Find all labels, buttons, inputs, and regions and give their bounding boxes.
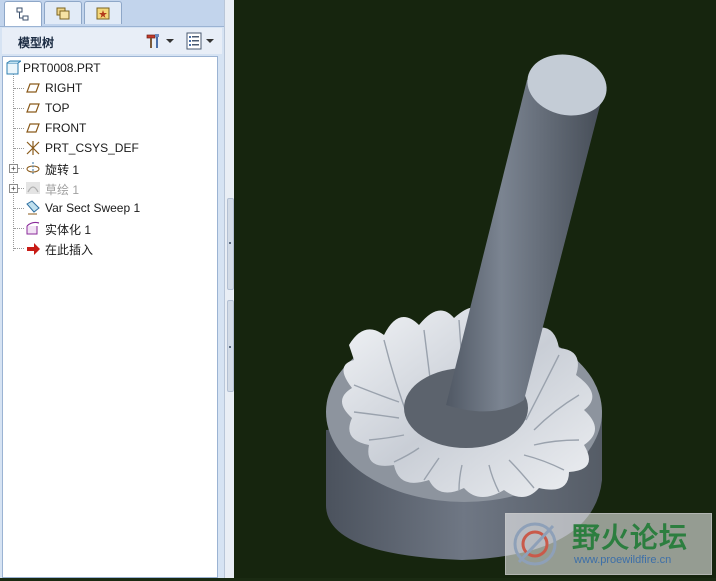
- forum-watermark: 野火论坛 www.proewildfire.cn: [505, 513, 712, 575]
- tree-item-label: FRONT: [45, 121, 87, 135]
- navigator-tabs: [0, 0, 224, 27]
- tree-item-var-sect-sweep[interactable]: Var Sect Sweep 1: [3, 199, 215, 217]
- tree-item-label: 在此插入: [45, 243, 94, 257]
- tree-item-front[interactable]: FRONT: [3, 119, 215, 137]
- tree-item-label: RIGHT: [45, 81, 83, 95]
- revolve-icon: [26, 162, 40, 174]
- model-tree: PRT0008.PRT RIGHT TOP FRONT PRT_CSYS_DEF…: [2, 56, 218, 578]
- datum-plane-icon: [26, 123, 40, 133]
- 3d-model-view: [326, 54, 607, 560]
- insert-here-arrow-icon: [27, 243, 40, 255]
- tab-model-tree[interactable]: [4, 1, 42, 26]
- part-icon: [6, 60, 21, 75]
- tree-item-label: PRT_CSYS_DEF: [45, 141, 139, 155]
- datum-plane-icon: [26, 103, 40, 113]
- chevron-down-icon: [206, 39, 214, 43]
- tab-folder-browser[interactable]: [44, 1, 82, 24]
- model-tree-header: 模型树: [2, 28, 222, 54]
- tree-item-label: Var Sect Sweep 1: [45, 201, 141, 215]
- tree-item-insert-here[interactable]: 在此插入: [3, 239, 215, 257]
- tree-item-label: 旋转 1: [45, 163, 80, 177]
- tools-icon: [146, 34, 159, 48]
- tree-item-top[interactable]: TOP: [3, 99, 215, 117]
- tab-favorites[interactable]: [84, 1, 122, 24]
- coordinate-system-icon: [26, 141, 40, 155]
- datum-plane-icon: [26, 83, 40, 93]
- favorites-icon: [96, 7, 110, 20]
- expand-plus-icon[interactable]: +: [9, 164, 18, 173]
- navigator-panel: 模型树 PRT0008.PRT RIGHT TOP FRONT PRT_CSYS…: [0, 0, 224, 578]
- shaft: [446, 54, 607, 412]
- panel-title: 模型树: [18, 36, 55, 50]
- model-tree-icon: [16, 7, 29, 21]
- solidify-icon: [26, 221, 40, 235]
- splitter-grip-top[interactable]: [227, 198, 234, 290]
- tree-item-label: PRT0008.PRT: [23, 61, 101, 75]
- watermark-url: www.proewildfire.cn: [574, 554, 672, 566]
- tree-item-csys[interactable]: PRT_CSYS_DEF: [3, 139, 215, 157]
- folder-browser-icon: [56, 7, 70, 20]
- tree-item-revolve[interactable]: + 旋转 1: [3, 159, 215, 177]
- expand-plus-icon[interactable]: +: [9, 184, 18, 193]
- tree-tools-button[interactable]: [144, 31, 180, 51]
- tree-item-sketch[interactable]: + 草绘 1: [3, 179, 215, 197]
- tree-item-label: 草绘 1: [45, 183, 80, 197]
- tree-item-part[interactable]: PRT0008.PRT: [3, 59, 215, 77]
- tree-item-solidify[interactable]: 实体化 1: [3, 219, 215, 237]
- sketch-icon: [26, 182, 40, 194]
- forum-logo-icon: [513, 522, 557, 566]
- watermark-title: 野火论坛: [572, 522, 689, 553]
- tree-item-right[interactable]: RIGHT: [3, 79, 215, 97]
- tree-item-label: TOP: [45, 101, 70, 115]
- graphics-viewport[interactable]: [234, 0, 716, 578]
- chevron-down-icon: [166, 39, 174, 43]
- list-settings-icon: [186, 32, 202, 50]
- tree-settings-button[interactable]: [184, 31, 220, 51]
- var-sect-sweep-icon: [26, 200, 40, 215]
- tree-item-label: 实体化 1: [45, 223, 92, 237]
